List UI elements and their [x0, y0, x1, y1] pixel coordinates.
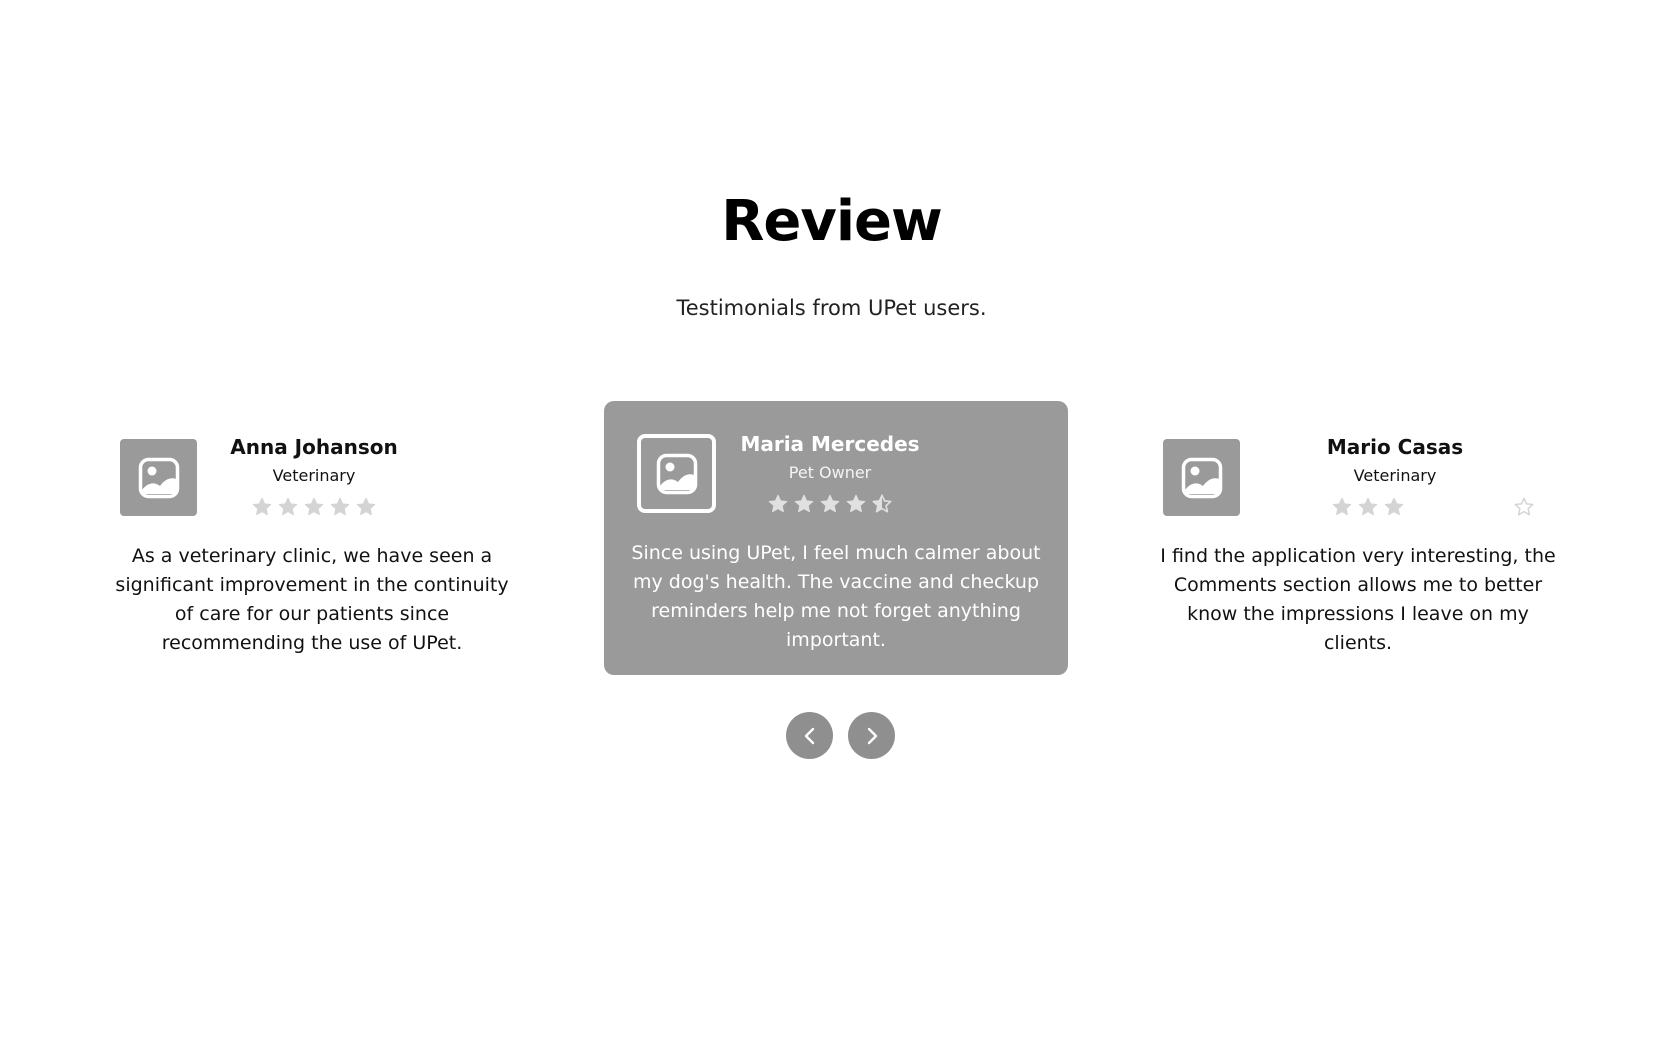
image-placeholder-icon	[138, 457, 179, 498]
star-icon	[768, 494, 788, 513]
star-rating	[204, 496, 424, 518]
star-outline-icon	[1514, 497, 1534, 516]
reviewer-meta: Maria Mercedes Pet Owner	[720, 431, 940, 515]
previous-button[interactable]	[786, 712, 833, 759]
star-icon	[252, 497, 272, 516]
image-placeholder-icon	[1181, 457, 1222, 498]
avatar	[637, 434, 716, 513]
review-text: Since using UPet, I feel much calmer abo…	[631, 542, 1041, 651]
star-icon	[1332, 497, 1352, 516]
reviewer-meta: Anna Johanson Veterinary	[204, 434, 424, 518]
chevron-left-icon	[804, 727, 814, 744]
section-subtitle: Testimonials from UPet users.	[676, 296, 987, 320]
reviewer-name: Anna Johanson	[230, 435, 398, 459]
reviewer-meta: Mario Casas Veterinary	[1285, 434, 1534, 518]
star-icon	[846, 494, 866, 513]
reviewer-role: Pet Owner	[788, 463, 872, 482]
star-icon	[330, 497, 350, 516]
star-rating	[720, 493, 940, 515]
star-icon	[794, 494, 814, 513]
star-icon	[1358, 497, 1378, 516]
image-placeholder-icon	[656, 453, 697, 494]
avatar	[120, 439, 197, 516]
reviewer-role: Veterinary	[272, 466, 356, 485]
reviewer-name: Mario Casas	[1326, 435, 1464, 459]
reviewer-name: Maria Mercedes	[740, 432, 920, 456]
star-icon	[1384, 497, 1404, 516]
star-icon	[278, 497, 298, 516]
review-text: I find the application very interesting,…	[1160, 545, 1556, 654]
next-button[interactable]	[848, 712, 895, 759]
chevron-right-icon	[867, 727, 877, 744]
review-card-maria-mercedes: Maria Mercedes Pet Owner Since using UPe…	[604, 401, 1068, 675]
star-icon	[356, 497, 376, 516]
star-icon	[820, 494, 840, 513]
avatar	[1163, 439, 1240, 516]
half-star-icon	[872, 494, 892, 513]
review-text: As a veterinary clinic, we have seen a s…	[115, 545, 509, 654]
review-section: Review Testimonials from UPet users. Ann…	[0, 0, 1663, 1050]
section-title: Review	[721, 189, 943, 254]
star-icon	[304, 497, 324, 516]
reviewer-role: Veterinary	[1353, 466, 1437, 485]
star-rating	[1285, 496, 1505, 518]
